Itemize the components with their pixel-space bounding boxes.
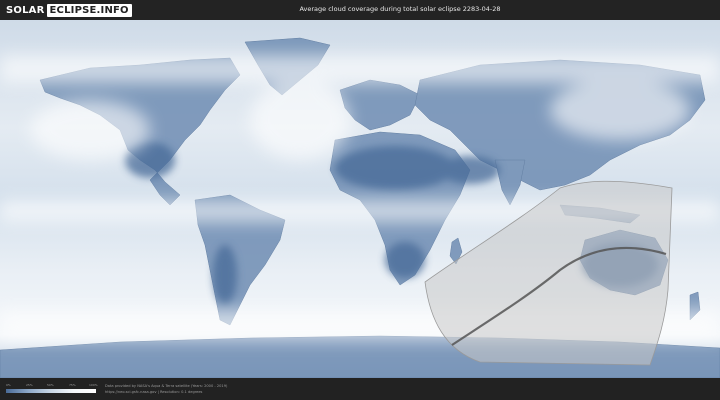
data-credit: Data provided by NASA's Aqua & Terra sat… <box>105 384 228 388</box>
legend-tick-50: 50% <box>47 383 54 387</box>
legend-tick-25: 25% <box>26 383 33 387</box>
legend-labels: 0% 25% 50% 75% 100% <box>6 383 98 388</box>
cloud-coverage-legend-bar <box>6 389 96 393</box>
footer: 0% 25% 50% 75% 100% Data provided by NAS… <box>0 378 720 400</box>
logo-text-solar: SOLAR <box>6 4 45 16</box>
cloud-coverage-map <box>0 20 720 378</box>
page-title: Average cloud coverage during total sola… <box>299 5 501 13</box>
map-svg <box>0 20 720 378</box>
logo-text-eclipse-info: ECLIPSE.INFO <box>46 3 132 17</box>
legend-tick-0: 0% <box>6 383 11 387</box>
site-logo[interactable]: SOLAR ECLIPSE.INFO <box>6 3 132 17</box>
data-source-link[interactable]: https://neo.sci.gsfc.nasa.gov | Resoluti… <box>105 390 202 395</box>
top-bar: SOLAR ECLIPSE.INFO Average cloud coverag… <box>0 0 720 20</box>
legend-tick-75: 75% <box>69 383 76 387</box>
legend-tick-100: 100% <box>89 383 98 387</box>
